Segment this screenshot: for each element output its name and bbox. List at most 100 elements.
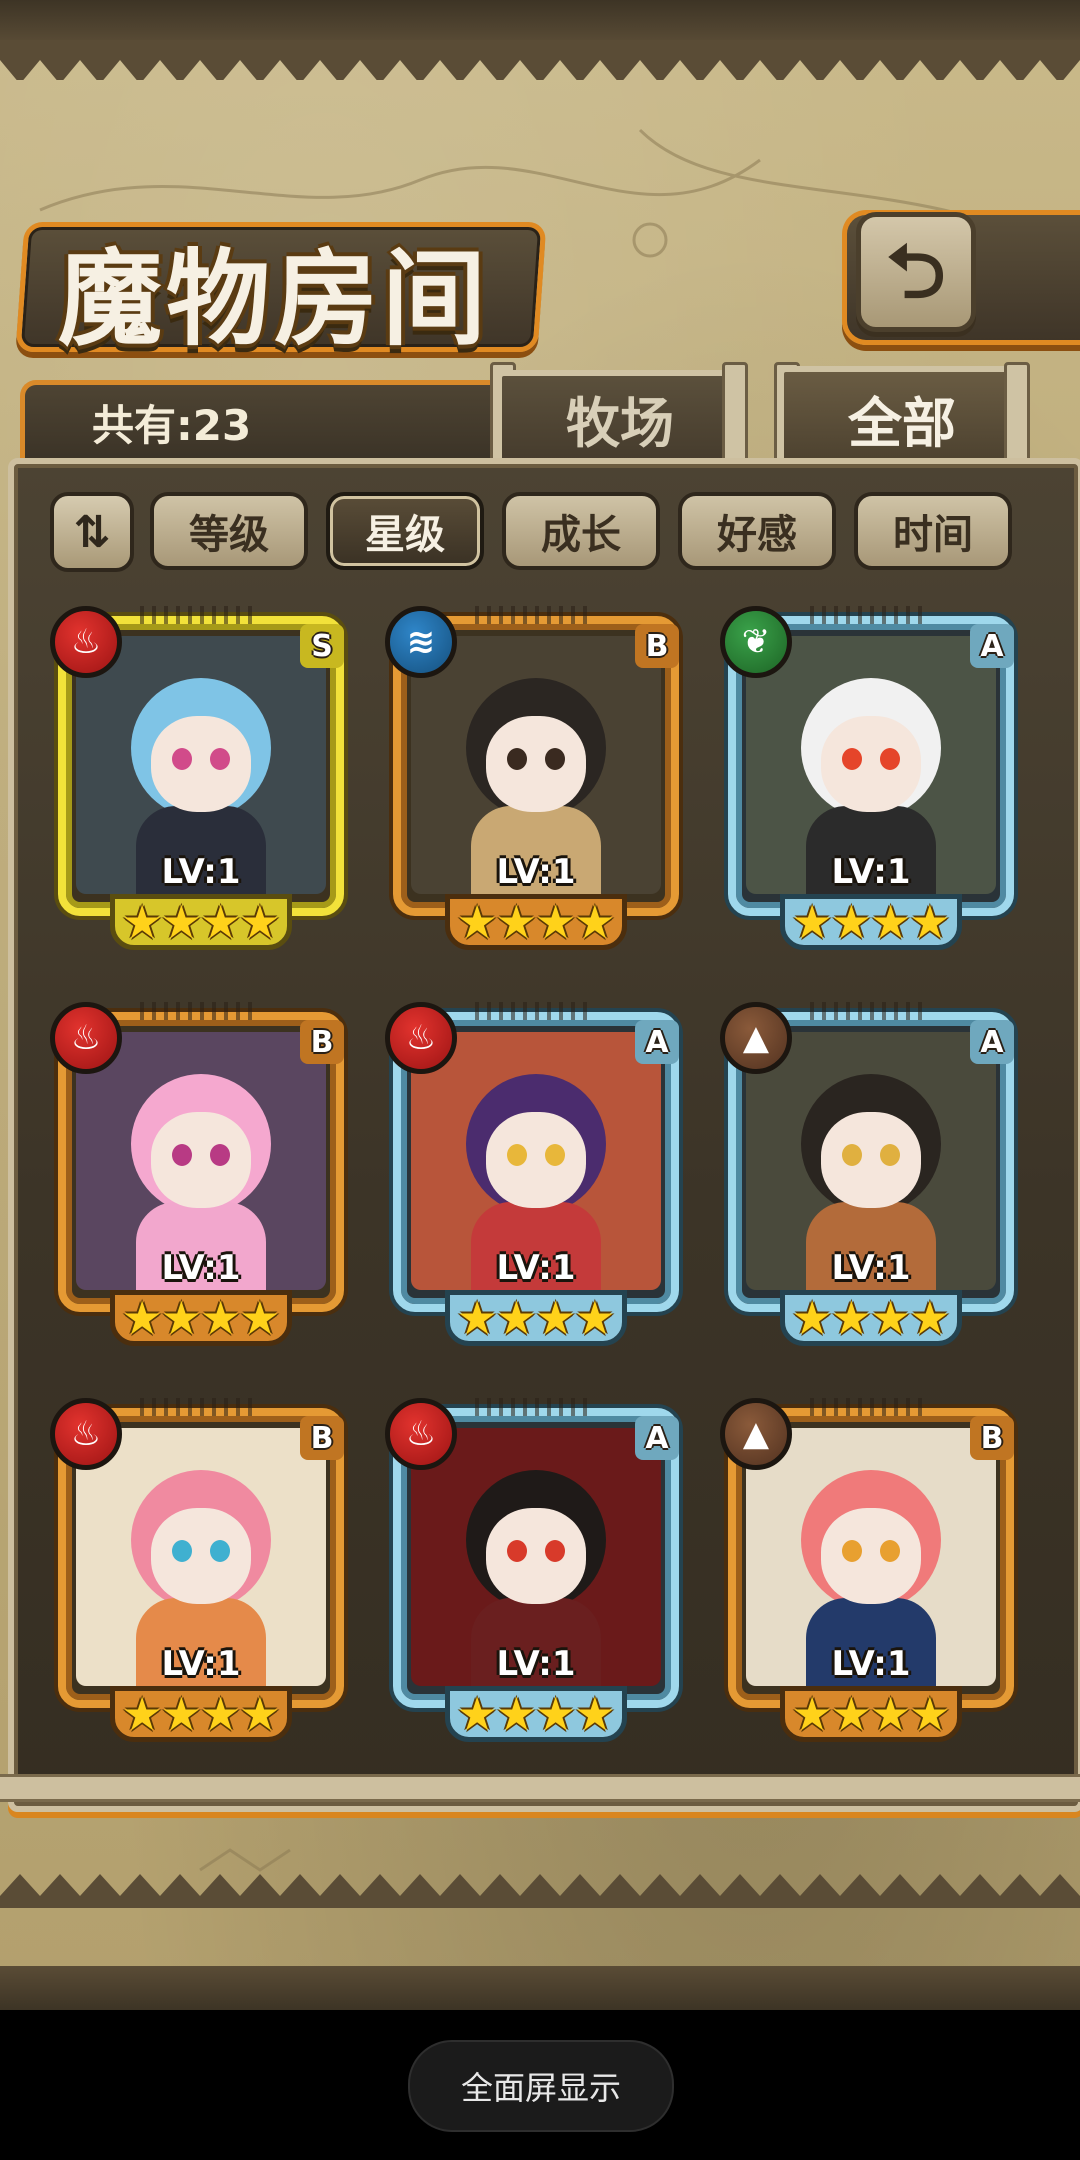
portrait-face <box>151 716 251 812</box>
monster-card[interactable]: A ♨ LV:1 ★ ★ ★ ★ <box>385 1002 687 1350</box>
portrait-eye <box>545 748 565 770</box>
star-icon: ★ <box>909 895 951 949</box>
portrait-eye <box>842 1540 862 1562</box>
star-rating: ★ ★ ★ ★ <box>445 1290 627 1346</box>
star-icon: ★ <box>791 1291 833 1345</box>
star-icon: ★ <box>456 895 498 949</box>
monster-level: LV:1 <box>831 1248 911 1288</box>
monster-card[interactable]: B ♨ LV:1 ★ ★ ★ ★ <box>50 1002 352 1350</box>
portrait-face <box>821 716 921 812</box>
earth-element-icon: ▲ <box>720 1398 792 1470</box>
fire-element-icon: ♨ <box>385 1398 457 1470</box>
monster-card[interactable]: B ≋ LV:1 ★ ★ ★ ★ <box>385 606 687 954</box>
monster-card[interactable]: A ▲ LV:1 ★ ★ ★ ★ <box>720 1002 1022 1350</box>
star-rating: ★ ★ ★ ★ <box>780 1686 962 1742</box>
sort-by-growth-button[interactable]: 成长 <box>502 492 660 570</box>
portrait-eye <box>172 1540 192 1562</box>
star-icon: ★ <box>160 895 202 949</box>
earth-element-icon: ▲ <box>720 1002 792 1074</box>
monster-level: LV:1 <box>831 852 911 892</box>
sort-by-stars-button[interactable]: 星级 <box>326 492 484 570</box>
sort-by-affection-button[interactable]: 好感 <box>678 492 836 570</box>
card-hinges <box>475 606 595 624</box>
sort-order-icon: ⇅ <box>73 506 111 558</box>
monster-card[interactable]: B ▲ LV:1 ★ ★ ★ ★ <box>720 1398 1022 1746</box>
fullscreen-display-button[interactable]: 全面屏显示 <box>408 2040 674 2132</box>
portrait-face <box>821 1112 921 1208</box>
portrait-eye <box>842 748 862 770</box>
top-zigzag-border <box>0 40 1080 80</box>
monster-level: LV:1 <box>496 1248 576 1288</box>
portrait-eye <box>545 1540 565 1562</box>
rank-badge: A <box>635 1020 679 1064</box>
monster-level: LV:1 <box>161 1248 241 1288</box>
star-icon: ★ <box>535 1291 577 1345</box>
card-hinges <box>810 1002 930 1020</box>
portrait-face <box>151 1112 251 1208</box>
star-rating: ★ ★ ★ ★ <box>110 894 292 950</box>
monster-count: 共有:23 <box>92 401 252 450</box>
tab-post <box>722 362 748 468</box>
star-icon: ★ <box>574 895 616 949</box>
card-hinges <box>810 1398 930 1416</box>
star-icon: ★ <box>870 895 912 949</box>
star-rating: ★ ★ ★ ★ <box>780 1290 962 1346</box>
bottom-zigzag-border <box>0 1874 1080 1908</box>
bottom-border-strip <box>0 1966 1080 2010</box>
tab-post <box>1004 362 1030 468</box>
tab-all[interactable]: 全部 <box>778 366 1026 464</box>
card-hinges <box>140 606 260 624</box>
star-icon: ★ <box>200 1291 242 1345</box>
card-hinges <box>810 606 930 624</box>
rank-badge: B <box>970 1416 1014 1460</box>
portrait-eye <box>210 748 230 770</box>
portrait-eye <box>507 748 527 770</box>
panel-bottom-rail <box>0 1774 1080 1802</box>
water-element-icon: ≋ <box>385 606 457 678</box>
return-arrow-icon: ⮌ <box>886 229 946 315</box>
fire-element-icon: ♨ <box>385 1002 457 1074</box>
star-icon: ★ <box>239 1291 281 1345</box>
portrait-eye <box>880 1144 900 1166</box>
sort-by-level-button[interactable]: 等级 <box>150 492 308 570</box>
page-title: 魔物房间 <box>58 237 491 360</box>
star-icon: ★ <box>160 1291 202 1345</box>
star-rating: ★ ★ ★ ★ <box>445 894 627 950</box>
card-hinges <box>475 1002 595 1020</box>
monster-card[interactable]: B ♨ LV:1 ★ ★ ★ ★ <box>50 1398 352 1746</box>
monster-card[interactable]: A ♨ LV:1 ★ ★ ★ ★ <box>385 1398 687 1746</box>
rank-badge: B <box>300 1416 344 1460</box>
star-icon: ★ <box>535 895 577 949</box>
rank-badge: A <box>970 1020 1014 1064</box>
portrait-eye <box>172 1144 192 1166</box>
star-icon: ★ <box>160 1687 202 1741</box>
monster-card[interactable]: S ♨ LV:1 ★ ★ ★ ★ <box>50 606 352 954</box>
monster-level: LV:1 <box>161 852 241 892</box>
monster-card[interactable]: A ❦ LV:1 ★ ★ ★ ★ <box>720 606 1022 954</box>
star-icon: ★ <box>239 1687 281 1741</box>
back-button[interactable]: ⮌ <box>856 212 976 332</box>
portrait-face <box>486 716 586 812</box>
star-icon: ★ <box>830 1291 872 1345</box>
fire-element-icon: ♨ <box>50 1002 122 1074</box>
star-icon: ★ <box>121 1291 163 1345</box>
portrait-face <box>151 1508 251 1604</box>
portrait-eye <box>880 748 900 770</box>
monster-level: LV:1 <box>831 1644 911 1684</box>
rank-badge: S <box>300 624 344 668</box>
portrait-face <box>821 1508 921 1604</box>
wood-element-icon: ❦ <box>720 606 792 678</box>
star-icon: ★ <box>870 1687 912 1741</box>
star-icon: ★ <box>121 1687 163 1741</box>
star-icon: ★ <box>495 1291 537 1345</box>
fire-element-icon: ♨ <box>50 606 122 678</box>
tab-pasture[interactable]: 牧场 <box>496 370 744 460</box>
sort-by-time-button[interactable]: 时间 <box>854 492 1012 570</box>
portrait-eye <box>507 1540 527 1562</box>
monster-level: LV:1 <box>161 1644 241 1684</box>
card-hinges <box>140 1002 260 1020</box>
star-icon: ★ <box>830 1687 872 1741</box>
star-rating: ★ ★ ★ ★ <box>445 1686 627 1742</box>
sort-order-toggle[interactable]: ⇅ <box>50 492 134 572</box>
portrait-face <box>486 1112 586 1208</box>
